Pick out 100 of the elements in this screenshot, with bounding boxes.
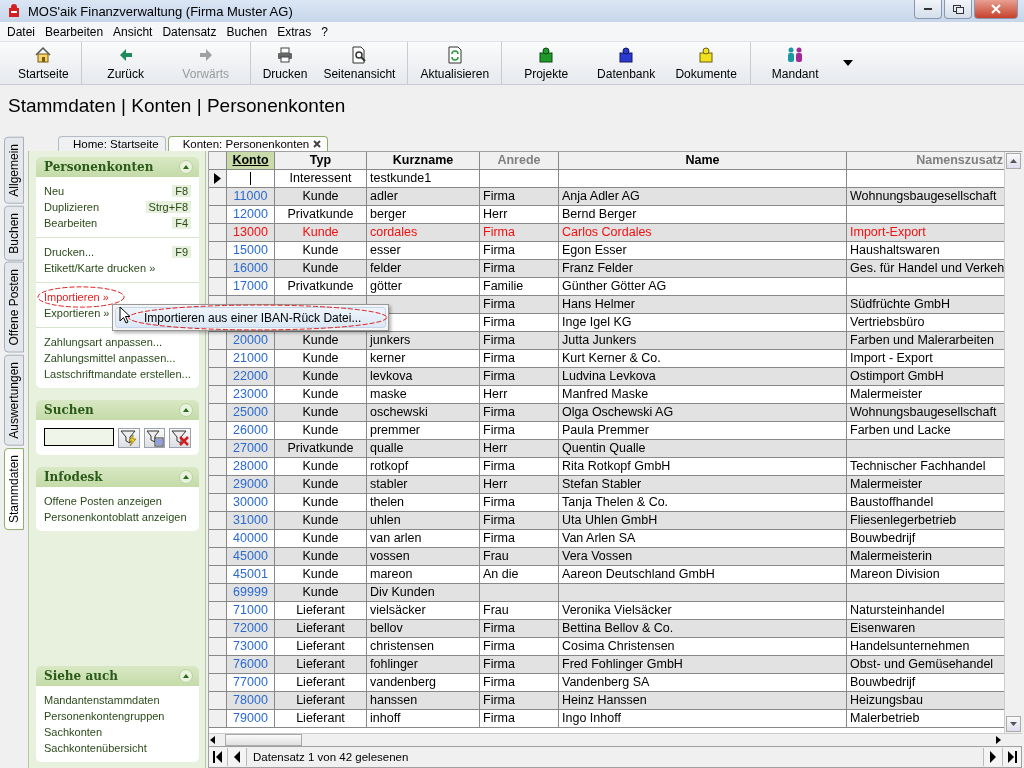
- table-cell: Kunde: [275, 404, 367, 422]
- horizontal-scrollbar[interactable]: [209, 733, 1022, 746]
- filter-button[interactable]: [169, 428, 191, 448]
- side-tab[interactable]: Buchen: [4, 205, 24, 261]
- collapse-button-icon[interactable]: [179, 669, 193, 683]
- menu-item[interactable]: Extras: [272, 24, 317, 39]
- table-cell: Herr: [480, 440, 559, 458]
- toolbar-button[interactable]: Dokumente: [666, 42, 747, 84]
- table-cell: Div Kunden: [367, 584, 480, 602]
- task-link[interactable]: Offene Posten anzeigen: [44, 495, 162, 507]
- collapse-button-icon[interactable]: [179, 403, 193, 417]
- left-arrow-icon[interactable]: [209, 736, 217, 744]
- filter-button[interactable]: [143, 428, 166, 448]
- table-cell: cordales: [367, 224, 480, 242]
- task-link[interactable]: Zahlungsart anpassen...: [44, 336, 163, 348]
- minimize-button[interactable]: [914, 0, 942, 19]
- task-link[interactable]: Neu: [44, 185, 65, 197]
- last-record-button[interactable]: [1002, 748, 1021, 766]
- first-icon: [213, 751, 223, 763]
- vertical-scrollbar[interactable]: [1004, 152, 1022, 733]
- scroll-down-button[interactable]: [1006, 716, 1021, 732]
- column-header[interactable]: Anrede: [480, 152, 559, 170]
- task-link[interactable]: Exportieren »: [44, 307, 110, 319]
- task-link[interactable]: Drucken...: [44, 246, 95, 258]
- printer-icon: [276, 45, 295, 64]
- block-figure-icon: [537, 45, 556, 64]
- table-cell: 16000: [227, 260, 275, 278]
- right-arrow-icon[interactable]: [994, 736, 1002, 744]
- task-link[interactable]: Bearbeiten: [44, 217, 98, 229]
- task-link[interactable]: Zahlungsmittel anpassen...: [44, 352, 176, 364]
- task-link[interactable]: Duplizieren: [44, 201, 100, 213]
- table-cell: Kunde: [275, 332, 367, 350]
- maximize-button[interactable]: [944, 0, 972, 19]
- column-header[interactable]: Namenszusatz: [847, 152, 1004, 170]
- shortcut-label: Strg+F8: [145, 201, 191, 213]
- table-cell: Kunde: [275, 368, 367, 386]
- dropdown-arrow-icon[interactable]: [843, 60, 854, 66]
- column-header[interactable]: Konto: [227, 152, 275, 170]
- next-record-button[interactable]: [983, 748, 1002, 766]
- scroll-thumb[interactable]: [225, 734, 302, 746]
- table-cell: 72000: [227, 620, 275, 638]
- column-header[interactable]: Name: [559, 152, 847, 170]
- row-selector[interactable]: [209, 170, 227, 188]
- task-link[interactable]: Mandantenstammdaten: [44, 694, 160, 706]
- toolbar-button[interactable]: Startseite: [10, 42, 77, 84]
- document-tab[interactable]: Konten: Personenkonten: [167, 136, 329, 151]
- toolbar-button[interactable]: Mandant: [755, 42, 836, 84]
- scroll-up-button[interactable]: [1006, 153, 1021, 169]
- block-figure-icon: [617, 45, 636, 64]
- table-cell: 31000: [227, 512, 275, 530]
- menu-item[interactable]: Importieren aus einer IBAN-Rück Datei...: [115, 307, 387, 328]
- toolbar-button[interactable]: Aktualisieren: [412, 42, 498, 84]
- table-cell: Firma: [480, 512, 559, 530]
- side-tab[interactable]: Offene Posten: [4, 262, 24, 353]
- panel-title: Suchen: [44, 403, 94, 417]
- table-cell: 76000: [227, 656, 275, 674]
- last-icon: [1007, 751, 1017, 763]
- menu-item[interactable]: Datei: [2, 24, 40, 39]
- collapse-button-icon[interactable]: [179, 470, 193, 484]
- previous-record-button[interactable]: [228, 748, 247, 766]
- filter-button[interactable]: [118, 428, 140, 448]
- side-tab[interactable]: Auswertungen: [4, 354, 24, 446]
- task-link[interactable]: Personenkontengruppen: [44, 710, 165, 722]
- table-cell: Malermeister: [847, 476, 1004, 494]
- close-button[interactable]: [974, 0, 1018, 19]
- task-link[interactable]: Sachkonten: [44, 726, 103, 738]
- close-icon[interactable]: [313, 140, 322, 148]
- menu-item[interactable]: Datensatz: [157, 24, 222, 39]
- table-cell: bellov: [367, 620, 480, 638]
- filter-icon: [119, 429, 138, 447]
- task-link[interactable]: Etikett/Karte drucken »: [44, 262, 156, 274]
- menu-item[interactable]: Bearbeiten: [40, 24, 109, 39]
- task-link[interactable]: Lastschriftmandate erstellen...: [44, 368, 191, 380]
- task-link[interactable]: Sachkontenübersicht: [44, 742, 147, 754]
- document-tab[interactable]: Home: Startseite: [58, 136, 166, 151]
- collapse-button-icon[interactable]: [179, 160, 193, 174]
- table-cell: fohlinger: [367, 656, 480, 674]
- menu-item[interactable]: ?: [316, 24, 333, 39]
- toolbar-button[interactable]: Seitenansicht: [315, 42, 404, 84]
- table-cell: 45000: [227, 548, 275, 566]
- toolbar-button[interactable]: Projekte: [506, 42, 587, 84]
- table-cell: 79000: [227, 710, 275, 728]
- task-link[interactable]: Personenkontoblatt anzeigen: [44, 511, 187, 523]
- table-cell: Hans Helmer: [559, 296, 847, 314]
- table-cell: Import-Export: [847, 224, 1004, 242]
- first-record-button[interactable]: [209, 748, 228, 766]
- menu-item[interactable]: Ansicht: [108, 24, 158, 39]
- search-field[interactable]: [44, 428, 114, 446]
- table-cell: Kunde: [275, 512, 367, 530]
- toolbar-button[interactable]: Drucken: [254, 42, 316, 84]
- panel-title: Infodesk: [44, 470, 103, 484]
- column-header[interactable]: Kurzname: [367, 152, 480, 170]
- menu-item[interactable]: Buchen: [221, 24, 273, 39]
- side-tab[interactable]: Allgemein: [4, 137, 24, 204]
- toolbar-button[interactable]: Zurück: [85, 42, 166, 84]
- side-tab[interactable]: Stammdaten: [4, 447, 24, 530]
- table-cell: Firma: [480, 296, 559, 314]
- table-cell: oschewski: [367, 404, 480, 422]
- column-header[interactable]: Typ: [275, 152, 367, 170]
- toolbar-button[interactable]: Datenbank: [586, 42, 667, 84]
